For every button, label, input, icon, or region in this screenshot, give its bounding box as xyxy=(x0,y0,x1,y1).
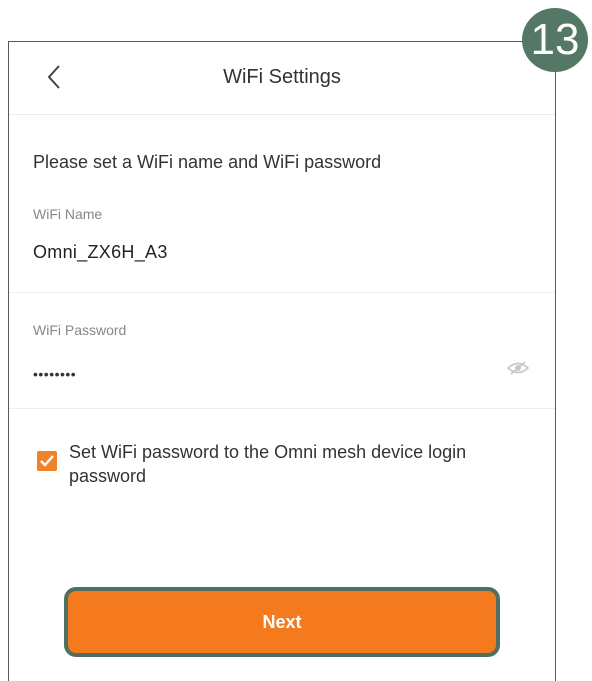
wifi-name-label: WiFi Name xyxy=(33,206,103,222)
wifi-name-field[interactable]: Omni_ZX6H_A3 xyxy=(33,242,168,263)
eye-hidden-icon xyxy=(506,361,530,375)
password-sync-checkbox[interactable] xyxy=(37,451,57,471)
next-button[interactable]: Next xyxy=(72,595,492,649)
field-divider xyxy=(9,292,555,293)
page-title: WiFi Settings xyxy=(223,66,341,88)
top-cropped-strip xyxy=(0,0,592,36)
phone-screen: WiFi Settings Please set a WiFi name and… xyxy=(8,41,556,681)
field-divider xyxy=(9,408,555,409)
wifi-password-field[interactable]: •••••••• xyxy=(33,366,76,382)
instruction-text: Please set a WiFi name and WiFi password xyxy=(33,152,382,172)
password-sync-label: Set WiFi password to the Omni mesh devic… xyxy=(69,442,467,486)
wifi-password-label: WiFi Password xyxy=(33,322,127,338)
step-number-badge: 13 xyxy=(522,8,588,72)
toggle-password-visibility[interactable] xyxy=(506,360,530,376)
checkmark-icon xyxy=(40,455,54,467)
app-header: WiFi Settings xyxy=(9,42,555,112)
next-button-highlight: Next xyxy=(64,587,500,657)
header-divider xyxy=(9,114,555,115)
